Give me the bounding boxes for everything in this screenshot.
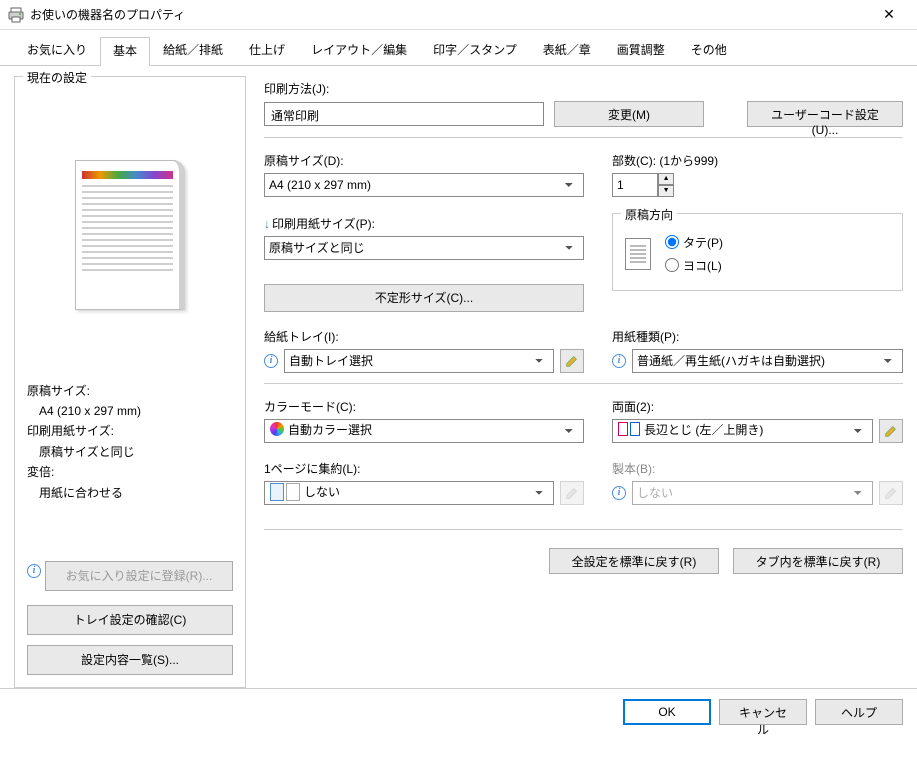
tab-stamps[interactable]: 印字／スタンプ: [420, 36, 530, 65]
color-mode-select[interactable]: [264, 419, 584, 443]
copies-down-button[interactable]: ▼: [658, 185, 674, 197]
pencil-icon: [884, 424, 898, 438]
arrow-down-icon: ↓: [264, 217, 270, 231]
copies-input[interactable]: [612, 173, 658, 197]
copies-spinner[interactable]: ▲ ▼: [612, 173, 903, 197]
color-mode-label: カラーモード(C):: [264, 398, 584, 415]
tray-edit-button[interactable]: [560, 349, 584, 373]
nup-select[interactable]: [264, 481, 554, 505]
orientation-icon: [625, 238, 651, 270]
info-icon: i: [612, 486, 626, 500]
tray-select[interactable]: 自動トレイ選択: [284, 349, 554, 373]
close-button[interactable]: ✕: [869, 1, 909, 29]
tab-bar: お気に入り 基本 給紙／排紙 仕上げ レイアウト／編集 印字／スタンプ 表紙／章…: [0, 30, 917, 66]
info-icon: i: [27, 564, 41, 578]
restore-tab-button[interactable]: タブ内を標準に戻す(R): [733, 548, 903, 574]
custom-size-button[interactable]: 不定形サイズ(C)...: [264, 284, 584, 312]
info-icon: i: [264, 354, 278, 368]
tray-check-button[interactable]: トレイ設定の確認(C): [27, 605, 233, 635]
pencil-icon: [565, 354, 579, 368]
printer-icon: [8, 7, 24, 23]
print-paper-size-select[interactable]: 原稿サイズと同じ: [264, 236, 584, 260]
tray-label: 給紙トレイ(I):: [264, 328, 584, 345]
settings-list-button[interactable]: 設定内容一覧(S)...: [27, 645, 233, 675]
summary-zoom-value: 用紙に合わせる: [27, 483, 233, 503]
paper-type-select[interactable]: 普通紙／再生紙(ハガキは自動選択): [632, 349, 903, 373]
cancel-button[interactable]: キャンセル: [719, 699, 807, 725]
tab-quality[interactable]: 画質調整: [604, 36, 678, 65]
summary-docsize-label: 原稿サイズ:: [27, 381, 233, 401]
tab-other[interactable]: その他: [678, 36, 740, 65]
duplex-edit-button[interactable]: [879, 419, 903, 443]
duplex-select[interactable]: [612, 419, 873, 443]
nup-edit-button: [560, 481, 584, 505]
orientation-title: 原稿方向: [621, 206, 677, 223]
change-button[interactable]: 変更(M): [554, 101, 704, 127]
tab-finishing[interactable]: 仕上げ: [236, 36, 298, 65]
doc-size-select[interactable]: A4 (210 x 297 mm): [264, 173, 584, 197]
window-title: お使いの機器名のプロパティ: [30, 6, 869, 23]
pencil-icon: [565, 486, 579, 500]
copies-up-button[interactable]: ▲: [658, 173, 674, 185]
settings-summary: 原稿サイズ: A4 (210 x 297 mm) 印刷用紙サイズ: 原稿サイズと…: [27, 381, 233, 503]
current-settings-title: 現在の設定: [23, 69, 91, 86]
pencil-icon: [884, 486, 898, 500]
print-paper-size-label: ↓印刷用紙サイズ(P):: [264, 215, 584, 232]
preview-area: [27, 95, 233, 375]
copies-label: 部数(C): (1から999): [612, 152, 903, 169]
tab-paper-feed[interactable]: 給紙／排紙: [150, 36, 236, 65]
summary-docsize-value: A4 (210 x 297 mm): [27, 401, 233, 421]
save-favorite-button[interactable]: お気に入り設定に登録(R)...: [45, 561, 233, 591]
tab-layout[interactable]: レイアウト／編集: [298, 36, 420, 65]
duplex-label: 両面(2):: [612, 398, 903, 415]
summary-zoom-label: 変倍:: [27, 462, 233, 482]
booklet-select: しない: [632, 481, 873, 505]
print-method-label: 印刷方法(J):: [264, 80, 903, 97]
orientation-landscape[interactable]: ヨコ(L): [665, 257, 723, 274]
summary-printsize-label: 印刷用紙サイズ:: [27, 421, 233, 441]
restore-all-button[interactable]: 全設定を標準に戻す(R): [549, 548, 719, 574]
help-button[interactable]: ヘルプ: [815, 699, 903, 725]
nup-label: 1ページに集約(L):: [264, 460, 584, 477]
info-icon: i: [612, 354, 626, 368]
preview-page-icon: [75, 160, 185, 310]
ok-button[interactable]: OK: [623, 699, 711, 725]
tab-cover[interactable]: 表紙／章: [530, 36, 604, 65]
paper-type-label: 用紙種類(P):: [612, 328, 903, 345]
booklet-label: 製本(B):: [612, 460, 903, 477]
tab-favorites[interactable]: お気に入り: [14, 36, 100, 65]
current-settings-frame: 現在の設定 原稿サイズ: A4 (210 x 297 mm) 印刷用紙サイズ: …: [14, 76, 246, 688]
orientation-portrait[interactable]: タテ(P): [665, 234, 723, 251]
doc-size-label: 原稿サイズ(D):: [264, 152, 584, 169]
print-method-value: 通常印刷: [264, 102, 544, 126]
booklet-edit-button: [879, 481, 903, 505]
title-bar: お使いの機器名のプロパティ ✕: [0, 0, 917, 30]
user-code-button[interactable]: ユーザーコード設定(U)...: [747, 101, 903, 127]
summary-printsize-value: 原稿サイズと同じ: [27, 442, 233, 462]
tab-basic[interactable]: 基本: [100, 37, 150, 66]
dialog-footer: OK キャンセル ヘルプ: [0, 688, 917, 735]
